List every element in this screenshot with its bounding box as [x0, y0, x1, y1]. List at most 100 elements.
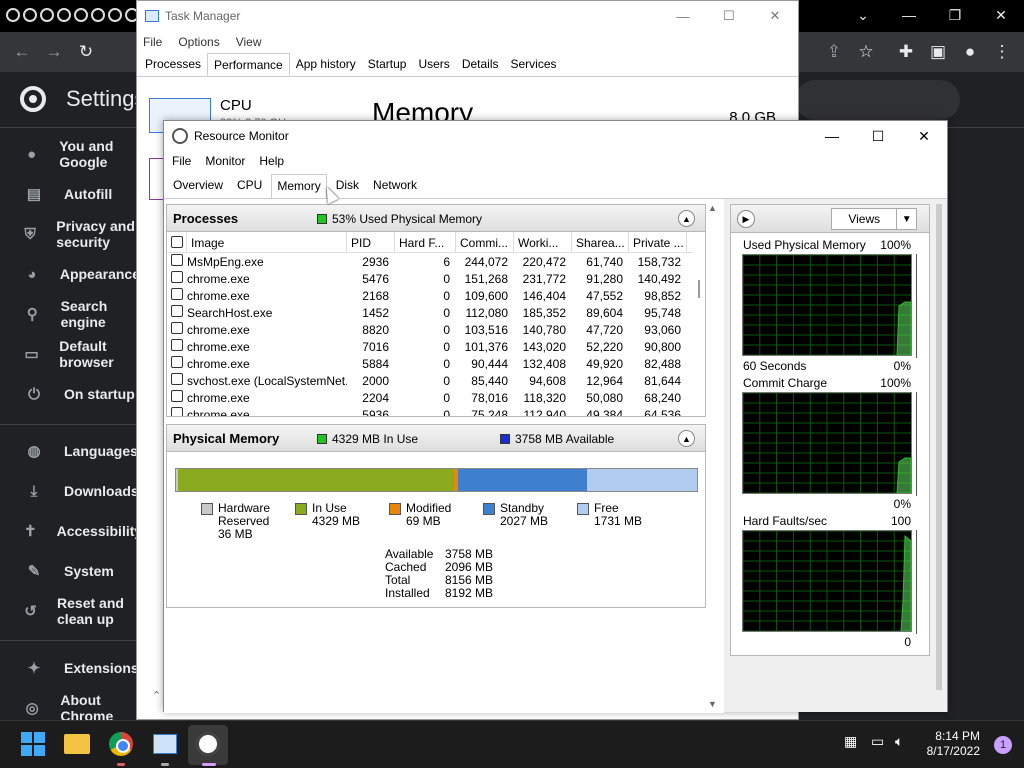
row-checkbox[interactable] — [167, 356, 187, 371]
chrome-restore-button[interactable]: ❐ — [932, 0, 978, 30]
row-checkbox[interactable] — [167, 254, 187, 269]
reload-icon[interactable]: ↻ — [76, 42, 96, 62]
col-shareable[interactable]: Sharea... — [572, 232, 629, 252]
nav-item-autofill[interactable]: ▤ Autofill — [0, 174, 140, 214]
pinned-tab-favicons[interactable] — [6, 8, 139, 22]
table-row[interactable]: chrome.exe 5884 0 90,444 132,408 49,920 82,488 — [167, 355, 705, 372]
network-icon[interactable]: ▭ — [871, 733, 884, 750]
processes-scrollbar[interactable] — [693, 232, 705, 416]
start-button[interactable] — [18, 729, 48, 759]
profile-icon[interactable]: ● — [960, 42, 980, 62]
graphs-pane-scrollbar[interactable] — [936, 204, 942, 690]
tm-tab-startup[interactable]: Startup — [362, 53, 413, 76]
tray-app-icon[interactable]: ▦ — [844, 733, 857, 750]
tm-tab-details[interactable]: Details — [456, 53, 505, 76]
table-row[interactable]: chrome.exe 7016 0 101,376 143,020 52,220 90,80… — [167, 338, 705, 355]
tm-tab-services[interactable]: Services — [505, 53, 563, 76]
table-row[interactable]: chrome.exe 2204 0 78,016 118,320 50,080 68,240 — [167, 389, 705, 406]
rm-tab-network[interactable]: Network — [368, 174, 422, 198]
physical-memory-collapse-icon[interactable]: ▲ — [678, 430, 695, 447]
row-checkbox[interactable] — [167, 305, 187, 320]
table-row[interactable]: MsMpEng.exe 2936 6 244,072 220,472 61,740 158,… — [167, 253, 705, 270]
tm-tab-app-history[interactable]: App history — [290, 53, 362, 76]
tm-tab-users[interactable]: Users — [412, 53, 455, 76]
tm-tab-performance[interactable]: Performance — [207, 53, 290, 76]
nav-item-accessibility[interactable]: ✝ Accessibility — [0, 511, 142, 551]
chrome-minimize-button[interactable]: — — [886, 0, 932, 30]
rm-menu-file[interactable]: File — [172, 154, 191, 168]
tm-menu-file[interactable]: File — [143, 35, 162, 49]
chrome-tab-search-icon[interactable]: ⌄ — [840, 0, 886, 30]
row-checkbox[interactable] — [167, 407, 187, 416]
rm-menu-monitor[interactable]: Monitor — [205, 154, 245, 168]
nav-item-reset[interactable]: ↺ Reset and clean up — [0, 591, 140, 631]
row-checkbox[interactable] — [167, 322, 187, 337]
col-hard-faults[interactable]: Hard F... — [395, 232, 456, 252]
col-working-set[interactable]: Worki... — [514, 232, 572, 252]
col-image[interactable]: Image — [187, 232, 347, 252]
table-row[interactable]: chrome.exe 5936 0 75,248 112,940 49,384 64,536 — [167, 406, 705, 416]
share-icon[interactable]: ⇪ — [824, 42, 844, 62]
col-commit[interactable]: Commi... — [456, 232, 514, 252]
rm-menu-help[interactable]: Help — [259, 154, 284, 168]
physical-memory-panel-header[interactable]: Physical Memory 4329 MB In Use 3758 MB A… — [166, 424, 706, 452]
processes-collapse-icon[interactable]: ▲ — [678, 210, 695, 227]
notification-badge[interactable]: 1 — [994, 736, 1012, 754]
chrome-taskbar-button[interactable] — [106, 729, 136, 759]
chrome-close-button[interactable]: ✕ — [978, 0, 1024, 30]
row-checkbox[interactable] — [167, 271, 187, 286]
tm-tab-processes[interactable]: Processes — [139, 53, 207, 76]
tm-maximize-button[interactable]: ☐ — [706, 1, 752, 31]
col-private[interactable]: Private ... — [629, 232, 687, 252]
task-manager-taskbar-button[interactable] — [150, 729, 180, 759]
rm-tab-overview[interactable]: Overview — [168, 174, 228, 198]
rm-close-button[interactable]: ✕ — [901, 121, 947, 151]
nav-item-system[interactable]: ✎ System — [0, 551, 140, 591]
forward-icon[interactable]: → — [44, 42, 64, 62]
select-all-checkbox[interactable] — [167, 232, 187, 252]
menu-kebab-icon[interactable]: ⋮ — [992, 42, 1012, 62]
extensions-icon[interactable]: ✚ — [896, 42, 916, 62]
resource-monitor-taskbar-button[interactable] — [193, 729, 223, 759]
expand-pane-icon[interactable]: ▶ — [737, 210, 755, 228]
tm-minimize-button[interactable]: — — [660, 1, 706, 31]
row-checkbox[interactable] — [167, 288, 187, 303]
views-dropdown[interactable]: Views ▼ — [831, 208, 917, 230]
settings-search-input[interactable] — [795, 80, 960, 120]
rm-tab-memory[interactable]: Memory — [271, 174, 327, 198]
row-checkbox[interactable] — [167, 390, 187, 405]
nav-item-default-browser[interactable]: ▭ Default browser — [0, 334, 140, 374]
row-checkbox[interactable] — [167, 373, 187, 388]
nav-item-you-and-google[interactable]: ● You and Google — [0, 134, 140, 174]
table-row[interactable]: svchost.exe (LocalSystemNet... 2000 0 85,44… — [167, 372, 705, 389]
table-row[interactable]: SearchHost.exe 1452 0 112,080 185,352 89,604 9… — [167, 304, 705, 321]
nav-item-search-engine[interactable]: ⚲ Search engine — [0, 294, 140, 334]
nav-item-on-startup[interactable]: ⏻ On startup — [0, 374, 140, 414]
rm-tab-cpu[interactable]: CPU — [232, 174, 267, 198]
scroll-up-icon[interactable]: ▲ — [708, 203, 717, 213]
rm-maximize-button[interactable]: ☐ — [855, 121, 901, 151]
nav-item-languages[interactable]: ◍ Languages — [0, 431, 140, 471]
table-row[interactable]: chrome.exe 8820 0 103,516 140,780 47,720 93,06… — [167, 321, 705, 338]
nav-item-extensions[interactable]: ✦ Extensions — [0, 648, 140, 688]
back-icon[interactable]: ← — [12, 42, 32, 62]
tm-menu-options[interactable]: Options — [178, 35, 219, 49]
row-checkbox[interactable] — [167, 339, 187, 354]
tm-menu-view[interactable]: View — [236, 35, 262, 49]
nav-item-downloads[interactable]: ⤓ Downloads — [0, 471, 140, 511]
scroll-down-icon[interactable]: ▼ — [708, 699, 717, 709]
chevron-up-icon[interactable]: ⌃ — [152, 689, 161, 702]
nav-item-appearance[interactable]: ◕ Appearance — [0, 254, 140, 294]
table-row[interactable]: chrome.exe 5476 0 151,268 231,772 91,280 140,4… — [167, 270, 705, 287]
clock[interactable]: 8:14 PM 8/17/2022 — [927, 729, 980, 759]
side-panel-icon[interactable]: ▣ — [928, 42, 948, 62]
nav-item-privacy[interactable]: ⛨ Privacy and security — [0, 214, 140, 254]
rm-minimize-button[interactable]: — — [809, 121, 855, 151]
tm-close-button[interactable]: ✕ — [752, 1, 798, 31]
file-explorer-button[interactable] — [62, 729, 92, 759]
left-pane-scrollbar[interactable]: ▲ ▼ — [706, 199, 722, 713]
volume-icon[interactable]: 🔈︎ — [895, 733, 903, 750]
processes-panel-header[interactable]: Processes 53% Used Physical Memory ▲ — [166, 204, 706, 232]
col-pid[interactable]: PID — [347, 232, 395, 252]
bookmark-star-icon[interactable]: ☆ — [856, 42, 876, 62]
